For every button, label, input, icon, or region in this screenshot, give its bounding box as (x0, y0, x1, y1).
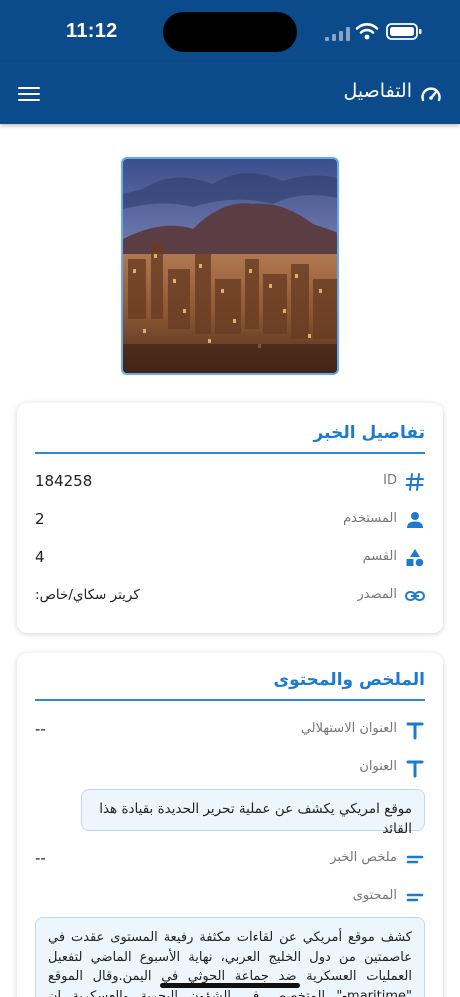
status-time: 11:12 (66, 20, 118, 42)
short-text-icon (406, 893, 424, 902)
cellular-signal-icon (325, 27, 350, 41)
content-card-title: الملخص والمحتوى (273, 670, 425, 690)
content-divider (35, 699, 425, 701)
status-bar: 11:12 (0, 0, 460, 62)
source-label: المصدر (357, 587, 397, 602)
title-value-box: موقع امريكي يكشف عن عملية تحرير الحديدة … (81, 789, 425, 837)
news-image[interactable] (121, 157, 339, 375)
person-icon (407, 512, 423, 528)
short-text-icon (406, 855, 424, 864)
user-label: المستخدم (343, 511, 397, 526)
title-text-icon (406, 722, 424, 740)
details-card-title: تفاصيل الخبر (313, 423, 425, 443)
category-label: القسم (362, 549, 397, 564)
source-value: :كريتر سكاي/خاص (35, 587, 140, 603)
details-card: تفاصيل الخبر ID 184258 المستخدم 2 القسم … (17, 403, 443, 633)
hash-icon (405, 473, 424, 491)
summary-value: -- (35, 849, 46, 867)
link-icon (405, 591, 425, 601)
app-bar: التفاصيل (0, 62, 460, 124)
id-label: ID (383, 473, 397, 488)
content-label: المحتوى (352, 888, 397, 903)
battery-icon (386, 23, 422, 40)
summary-label: ملخص الخبر (330, 850, 397, 865)
intro-title-value: -- (35, 720, 46, 738)
category-icon (406, 549, 424, 567)
intro-title-label: العنوان الاستهلالي (300, 721, 397, 736)
dynamic-island (163, 12, 297, 52)
gauge-icon (421, 87, 441, 102)
id-value: 184258 (35, 472, 93, 490)
content-card: الملخص والمحتوى العنوان الاستهلالي -- ال… (17, 653, 443, 997)
screen: 11:12 التفاصيل تفاصيل الخبر ID 184258 ال… (0, 0, 460, 997)
menu-button[interactable] (18, 83, 44, 103)
title-text-icon (406, 760, 424, 778)
page-title: التفاصيل (343, 80, 412, 102)
city-photo-icon (123, 159, 337, 373)
home-indicator[interactable] (160, 983, 300, 988)
user-value: 2 (35, 510, 45, 528)
title-label: العنوان (359, 759, 397, 774)
details-divider (35, 452, 425, 454)
category-value: 4 (35, 548, 45, 566)
wifi-icon (355, 23, 379, 40)
